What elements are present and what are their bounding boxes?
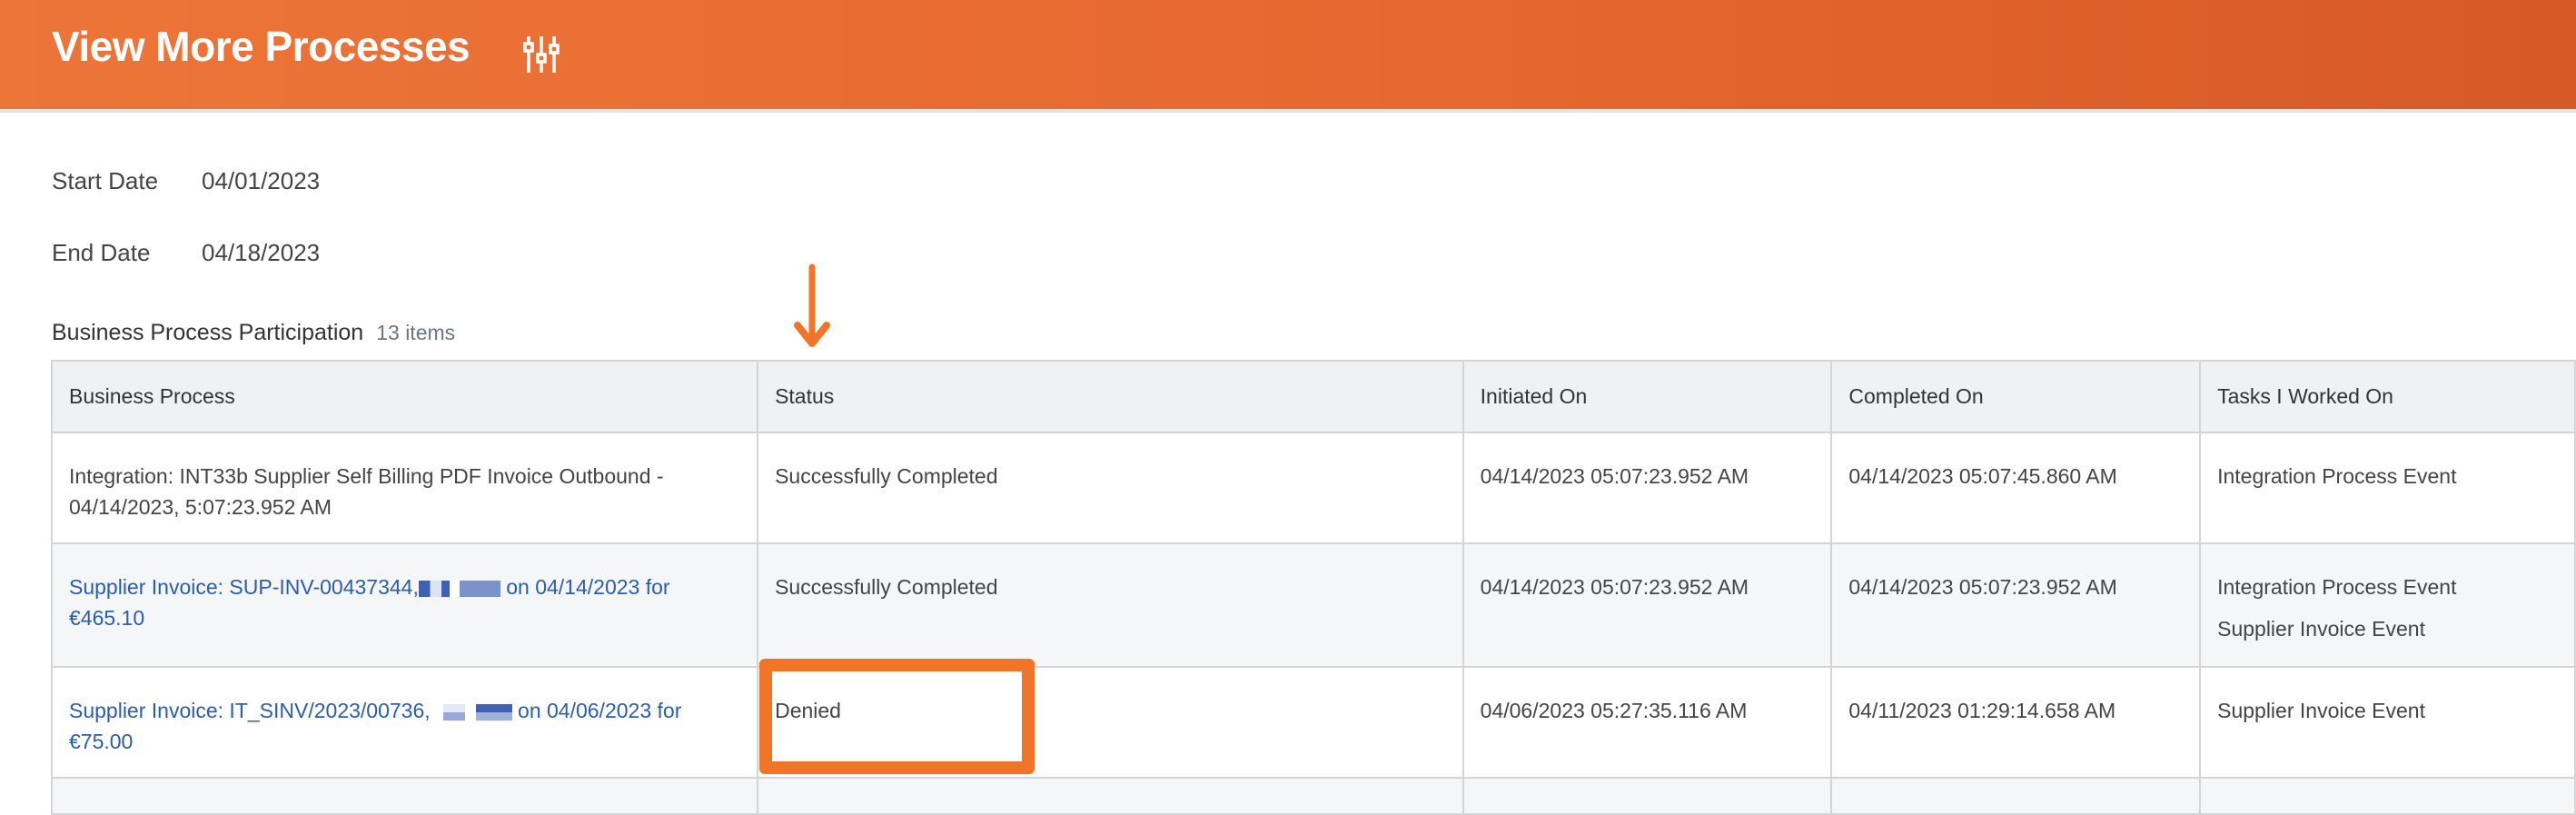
empty-cell [757, 777, 1464, 815]
task-item: Integration Process Event [2217, 575, 2457, 599]
task-item: Supplier Invoice Event [2217, 617, 2425, 641]
end-date-field: End Date 04/18/2023 [52, 239, 320, 267]
empty-cell [50, 777, 759, 815]
annotation-highlight-box [759, 659, 1035, 774]
section-title: Business Process Participation [52, 320, 364, 345]
process-cell: Supplier Invoice: SUP-INV-00437344, on 0… [50, 542, 759, 668]
task-item: Integration Process Event [2217, 464, 2457, 488]
business-process-table: Business Process Status Initiated On Com… [50, 360, 2576, 815]
filter-sliders-icon[interactable] [523, 35, 560, 75]
table-row: Supplier Invoice: IT_SINV/2023/00736, on… [50, 666, 2576, 779]
end-date-value: 04/18/2023 [202, 239, 321, 266]
tasks-cell: Integration Process Event [2199, 432, 2576, 544]
page-title: View More Processes [52, 23, 471, 70]
empty-cell [1461, 777, 1833, 815]
initiated-cell: 04/14/2023 05:07:23.952 AM [1461, 542, 1833, 668]
process-link-prefix: Supplier Invoice: SUP-INV-00437344, [69, 575, 419, 599]
column-header-tasks[interactable]: Tasks I Worked On [2199, 360, 2576, 433]
tasks-cell: Integration Process Event Supplier Invoic… [2199, 542, 2576, 668]
column-header-completed-on[interactable]: Completed On [1830, 360, 2202, 433]
initiated-cell: 04/06/2023 05:27:35.116 AM [1461, 666, 1833, 779]
end-date-label: End Date [52, 239, 151, 266]
item-count: 13 items [376, 321, 456, 344]
process-link[interactable]: Supplier Invoice: SUP-INV-00437344, on 0… [69, 575, 670, 630]
empty-cell [2199, 777, 2576, 815]
column-header-initiated-on[interactable]: Initiated On [1461, 360, 1833, 433]
status-cell: Successfully Completed [757, 542, 1464, 668]
completed-cell: 04/14/2023 05:07:23.952 AM [1830, 542, 2202, 668]
process-link[interactable]: Supplier Invoice: IT_SINV/2023/00736, on… [69, 699, 681, 753]
process-cell: Integration: INT33b Supplier Self Billin… [50, 432, 759, 544]
table-row: Integration: INT33b Supplier Self Billin… [50, 432, 2576, 544]
process-link-prefix: Supplier Invoice: IT_SINV/2023/00736, [69, 699, 431, 722]
page-header: View More Processes [0, 0, 2576, 113]
table-row [50, 777, 2576, 815]
table-row: Supplier Invoice: SUP-INV-00437344, on 0… [50, 542, 2576, 668]
process-cell: Supplier Invoice: IT_SINV/2023/00736, on… [50, 666, 759, 779]
tasks-cell: Supplier Invoice Event [2199, 666, 2576, 779]
annotation-arrow-icon [794, 263, 830, 347]
empty-cell [1830, 777, 2202, 815]
status-cell: Successfully Completed [757, 432, 1464, 544]
redacted-name [475, 703, 512, 721]
column-header-status[interactable]: Status [757, 360, 1464, 433]
column-header-business-process[interactable]: Business Process [50, 360, 759, 433]
redacted-name [418, 580, 500, 597]
redacted-name [442, 703, 465, 721]
completed-cell: 04/14/2023 05:07:45.860 AM [1830, 432, 2202, 544]
start-date-value: 04/01/2023 [202, 167, 321, 194]
start-date-label: Start Date [52, 167, 159, 194]
section-heading: Business Process Participation 13 items [52, 320, 455, 346]
task-item: Supplier Invoice Event [2217, 699, 2425, 722]
initiated-cell: 04/14/2023 05:07:23.952 AM [1461, 432, 1833, 544]
start-date-field: Start Date 04/01/2023 [52, 167, 320, 195]
completed-cell: 04/11/2023 01:29:14.658 AM [1830, 666, 2202, 779]
table-header-row: Business Process Status Initiated On Com… [50, 360, 2576, 433]
